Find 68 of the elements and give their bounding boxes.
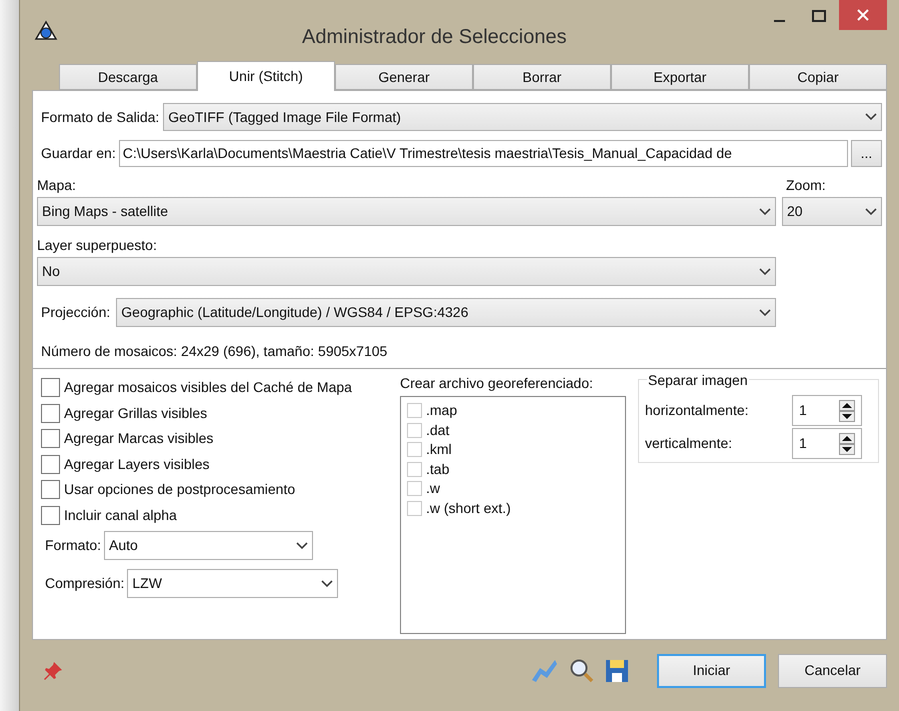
tab[interactable]: Borrar — [473, 64, 611, 90]
checkbox[interactable] — [407, 403, 422, 418]
group-label: Crear archivo georeferenciado: — [400, 374, 594, 393]
checkbox-label: Agregar Grillas visibles — [64, 404, 208, 423]
checkbox-label: Agregar Layers visibles — [64, 454, 210, 474]
number-spinner[interactable]: 1 — [792, 395, 862, 426]
field-label: Formato de Salida: — [41, 108, 160, 126]
browse-button[interactable]: ... — [851, 140, 882, 167]
window-title: Administrador de Selecciones — [302, 25, 567, 50]
checkbox[interactable] — [407, 422, 422, 438]
checkbox[interactable] — [407, 442, 422, 458]
dropdown[interactable]: LZW — [127, 569, 338, 598]
close-icon[interactable] — [839, 0, 887, 30]
checkbox[interactable] — [41, 429, 60, 448]
chevron-down-icon — [865, 113, 877, 121]
dropdown[interactable]: Bing Maps - satellite — [37, 197, 776, 226]
tab[interactable]: Copiar — [749, 64, 887, 90]
dropdown[interactable]: 20 — [782, 197, 882, 226]
checkbox-label: Incluir canal alpha — [64, 506, 177, 525]
checkbox-label: .dat — [426, 420, 450, 440]
checkbox-label: Usar opciones de postprocesamiento — [64, 480, 296, 500]
chevron-down-icon — [296, 542, 308, 550]
chevron-down-icon — [759, 208, 771, 216]
checkbox[interactable] — [41, 404, 60, 423]
field-label: Formato: — [45, 536, 102, 555]
chevron-down-icon — [759, 268, 771, 276]
field-label: Projección: — [41, 303, 110, 322]
save-icon[interactable] — [605, 658, 629, 682]
checkbox-label: .w — [426, 479, 440, 498]
zoom-icon[interactable] — [569, 658, 595, 684]
tab[interactable]: Descarga — [59, 64, 197, 90]
up-down-arrows-icon[interactable] — [839, 400, 855, 422]
dropdown[interactable]: GeoTIFF (Tagged Image File Format) — [163, 103, 882, 131]
field-label: Mapa: — [37, 176, 77, 195]
field-label: horizontalmente: — [645, 401, 749, 420]
up-down-arrows-icon[interactable] — [839, 432, 855, 454]
chevron-down-icon — [865, 208, 877, 216]
checkbox[interactable] — [407, 500, 422, 516]
field-label: Layer superpuesto: — [37, 236, 158, 255]
dialog-button[interactable]: Iniciar — [657, 654, 766, 688]
checkbox-label: Agregar Marcas visibles — [64, 429, 214, 448]
tab[interactable]: Generar — [335, 64, 473, 90]
chevron-down-icon — [321, 580, 334, 588]
chevron-down-icon — [759, 308, 771, 316]
field-label: verticalmente: — [645, 434, 732, 453]
checkbox[interactable] — [41, 480, 60, 500]
checkbox[interactable] — [41, 506, 60, 525]
checkbox[interactable] — [407, 462, 422, 477]
field-label: Compresión: — [45, 574, 124, 593]
checkbox-label: .tab — [426, 460, 450, 479]
checkbox-label: .w (short ext.) — [426, 498, 511, 518]
checkbox-label: .kml — [426, 440, 452, 460]
checkbox-label: Agregar mosaicos visibles del Caché de Mapa — [64, 378, 352, 398]
tab[interactable]: Unir (Stitch) — [197, 61, 335, 91]
checkbox[interactable] — [41, 454, 60, 474]
checkbox[interactable] — [41, 378, 60, 398]
dropdown[interactable]: Geographic (Latitude/Longitude) / WGS84 / EPSG:4326 — [116, 298, 776, 327]
dropdown[interactable]: Auto — [104, 531, 314, 560]
dialog-button[interactable]: Cancelar — [778, 654, 887, 688]
checkbox-label: .map — [426, 401, 458, 420]
tab[interactable]: Exportar — [611, 64, 749, 90]
path-field[interactable]: C:\Users\Karla\Documents\Maestria Catie\V Trimestre\tesis maestria\Tesis_Manual_Capacidad de — [118, 140, 848, 167]
dropdown[interactable]: No — [37, 257, 776, 286]
number-spinner[interactable]: 1 — [792, 428, 862, 459]
field-label: Zoom: — [785, 176, 827, 195]
checkbox[interactable] — [407, 481, 422, 496]
field-label: Guardar en: — [41, 144, 116, 163]
tile-info: Número de mosaicos: 24x29 (696), tamaño: 5905x7105 — [40, 342, 388, 361]
